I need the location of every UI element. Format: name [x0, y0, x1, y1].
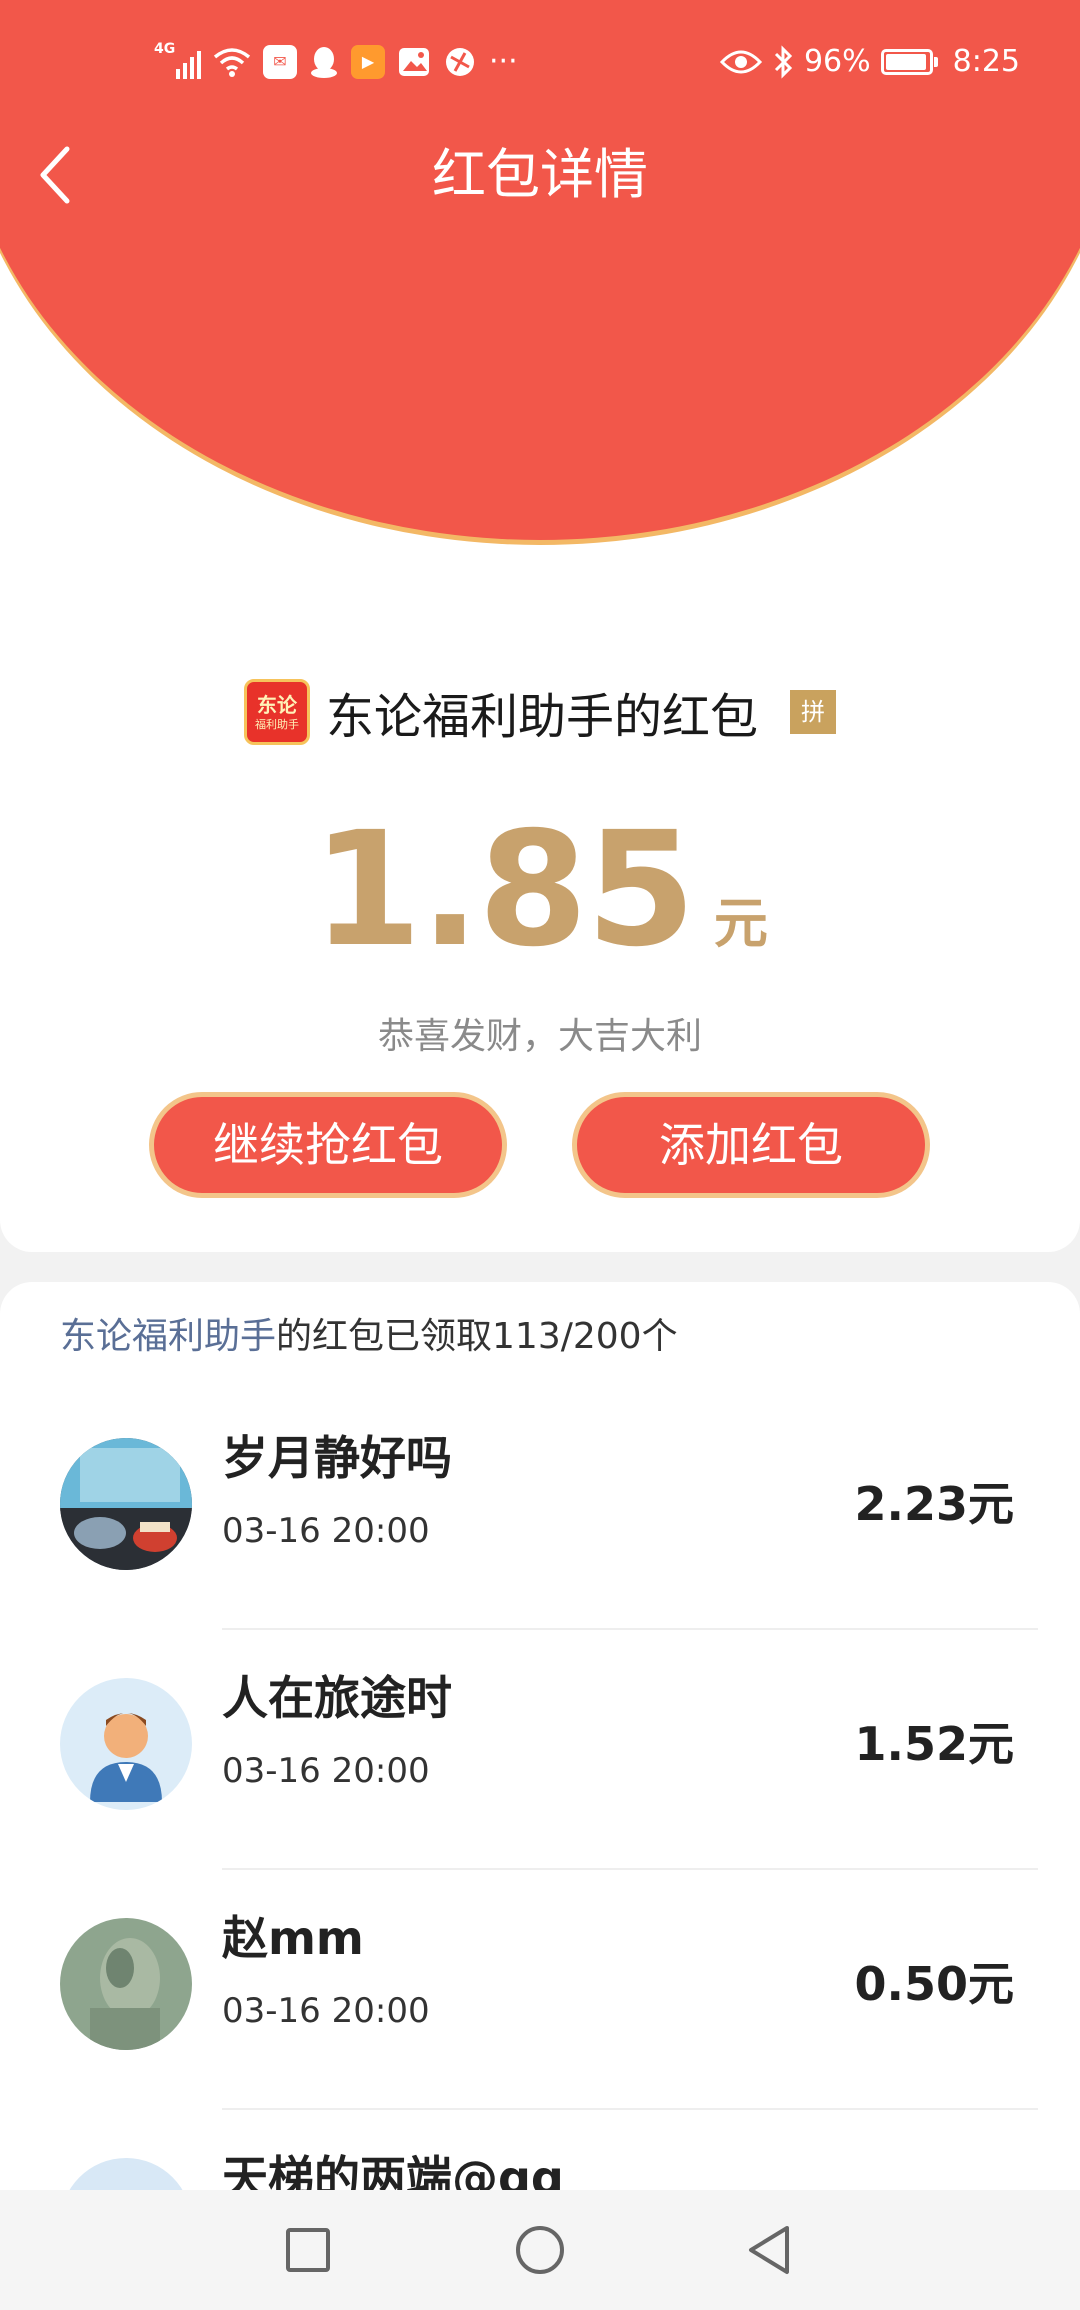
- qq-icon: [311, 47, 337, 78]
- group-badge: 拼: [790, 690, 836, 734]
- status-bar-right: 96% 8:25: [719, 36, 1020, 88]
- recents-button[interactable]: [278, 2220, 338, 2280]
- sender-logo-subtext: 福利助手: [254, 717, 299, 731]
- signal-icon: 4G: [154, 41, 201, 79]
- amount-unit: 元: [713, 892, 768, 955]
- bluetooth-icon: [774, 45, 793, 79]
- sender-logo: 东论 福利助手: [243, 679, 310, 745]
- claimer-name: 赵mm: [222, 1911, 364, 1965]
- received-amount: 1.85: [312, 798, 696, 982]
- page: 4G ✉ ▶ ··· 96% 8:25 红包详情 东论 福利助手 东论福利助手的…: [0, 0, 1080, 2310]
- list-item[interactable]: 赵mm 03-16 20:00 0.50元: [0, 1762, 1080, 2050]
- amount-row: 1.85 元: [0, 810, 1080, 970]
- triangle-back-icon: [749, 2226, 789, 2274]
- blessing-text: 恭喜发财，大吉大利: [377, 1016, 702, 1057]
- clock: 8:25: [952, 44, 1020, 79]
- add-red-packet-button[interactable]: 添加红包: [572, 1092, 930, 1198]
- sender-logo-text: 东论: [256, 692, 297, 717]
- claims-card: 东论福利助手的红包已领取113/200个 岁月静好吗 03-16 20:00 2…: [0, 1282, 1080, 2310]
- list-item[interactable]: 人在旅途时 03-16 20:00 1.52元: [0, 1522, 1080, 1810]
- sender-title: 东论福利助手的红包: [325, 689, 758, 745]
- wifi-icon: [213, 48, 251, 77]
- list-item[interactable]: 岁月静好吗 03-16 20:00 2.23元: [0, 1282, 1080, 1570]
- claimer-name: 岁月静好吗: [222, 1431, 452, 1485]
- video-app-icon: ▶: [351, 45, 385, 79]
- circle-icon: [516, 2226, 564, 2274]
- huawei-mail-icon: ✉: [263, 45, 297, 79]
- eye-comfort-icon: [719, 50, 762, 74]
- gallery-icon: [399, 48, 429, 76]
- network-type: 4G: [154, 41, 176, 57]
- home-button[interactable]: [510, 2220, 570, 2280]
- system-back-button[interactable]: [740, 2220, 800, 2280]
- browser-icon: [446, 48, 474, 76]
- envelope-card: 4G ✉ ▶ ··· 96% 8:25 红包详情 东论 福利助手 东论福利助手的…: [0, 0, 1080, 1252]
- status-bar: 4G ✉ ▶ ··· 96% 8:25: [0, 36, 1080, 88]
- page-title: 红包详情: [432, 143, 648, 206]
- sender-row: 东论 福利助手 东论福利助手的红包 拼: [0, 676, 1080, 748]
- status-bar-left: 4G ✉ ▶ ···: [154, 36, 518, 88]
- continue-grab-button[interactable]: 继续抢红包: [149, 1092, 507, 1198]
- more-notifications-icon: ···: [489, 44, 518, 79]
- claimer-name: 人在旅途时: [222, 1671, 452, 1725]
- battery-icon: [880, 49, 938, 75]
- square-icon: [286, 2228, 330, 2272]
- battery-percent: 96%: [803, 44, 871, 79]
- system-navigation-bar: [0, 2190, 1080, 2310]
